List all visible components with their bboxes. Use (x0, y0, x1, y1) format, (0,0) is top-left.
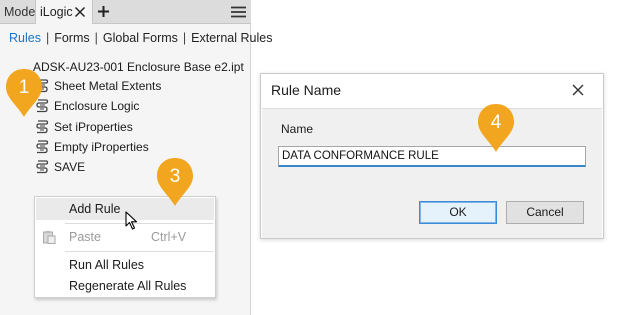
rule-label: Sheet Metal Extents (54, 79, 162, 93)
rule-label: Enclosure Logic (54, 99, 140, 113)
subnav-separator: | (182, 31, 187, 45)
paste-icon (43, 230, 56, 244)
tree-rule-item[interactable]: Empty iProperties (35, 139, 149, 155)
rule-name-input[interactable]: DATA CONFORMANCE RULE (278, 146, 586, 167)
menu-item-label: Paste (69, 230, 101, 244)
cancel-button[interactable]: Cancel (506, 201, 584, 224)
subnav-forms[interactable]: Forms (54, 31, 89, 45)
tree-rule-item[interactable]: SAVE (35, 159, 85, 175)
ilogic-browser-panel: Model iLogic Rules | Forms | Global Forms | Ex… (0, 0, 272, 315)
screen: Model iLogic Rules | Forms | Global Forms | Ex… (0, 0, 624, 315)
subnav-external-rules[interactable]: External Rules (191, 31, 272, 45)
tab-model[interactable]: Model (4, 0, 38, 24)
callout-number: 3 (169, 166, 181, 187)
plus-icon[interactable] (97, 5, 110, 18)
tree-rule-item[interactable]: Set iProperties (35, 119, 133, 135)
tree-root-part[interactable]: ADSK-AU23-001 Enclosure Base e2.ipt (33, 60, 244, 74)
close-icon[interactable] (572, 84, 584, 96)
callout-1: 1 (4, 67, 44, 119)
rule-label: Set iProperties (54, 120, 133, 134)
rule-label: Empty iProperties (54, 140, 149, 154)
menu-icon[interactable] (231, 6, 246, 18)
callout-number: 4 (490, 112, 502, 133)
ilogic-subnav: Rules | Forms | Global Forms | External Rules (9, 31, 272, 45)
subnav-rules[interactable]: Rules (9, 31, 41, 45)
menu-item-label: Run All Rules (69, 258, 145, 272)
rule-name-dialog: Rule Name Name DATA CONFORMANCE RULE OK … (260, 73, 604, 239)
subnav-global-forms[interactable]: Global Forms (103, 31, 178, 45)
rule-icon (36, 120, 49, 134)
menu-divider (65, 251, 213, 252)
callout-4: 4 (476, 102, 516, 154)
menu-divider (65, 223, 213, 224)
callout-3: 3 (155, 156, 195, 208)
rule-icon (36, 140, 49, 154)
menu-item-label: Add Rule (69, 202, 121, 216)
menu-item-regenerate-all-rules[interactable]: Regenerate All Rules (36, 275, 214, 297)
close-icon[interactable] (74, 6, 86, 18)
mouse-cursor-icon (125, 211, 138, 230)
subnav-separator: | (45, 31, 50, 45)
callout-number: 1 (18, 77, 30, 98)
tree-rule-item[interactable]: Sheet Metal Extents (35, 78, 161, 94)
name-label: Name (281, 122, 314, 136)
rule-label: SAVE (54, 160, 86, 174)
menu-item-run-all-rules[interactable]: Run All Rules (36, 254, 214, 276)
menu-item-shortcut: Ctrl+V (151, 230, 187, 244)
menu-item-label: Regenerate All Rules (69, 279, 187, 293)
tree-rule-item[interactable]: Enclosure Logic (35, 98, 139, 114)
dialog-title: Rule Name (271, 82, 342, 98)
ok-button[interactable]: OK (419, 201, 497, 224)
browser-tab-bar: Model iLogic (0, 0, 251, 24)
subnav-separator: | (94, 31, 98, 45)
rule-icon (36, 160, 49, 174)
